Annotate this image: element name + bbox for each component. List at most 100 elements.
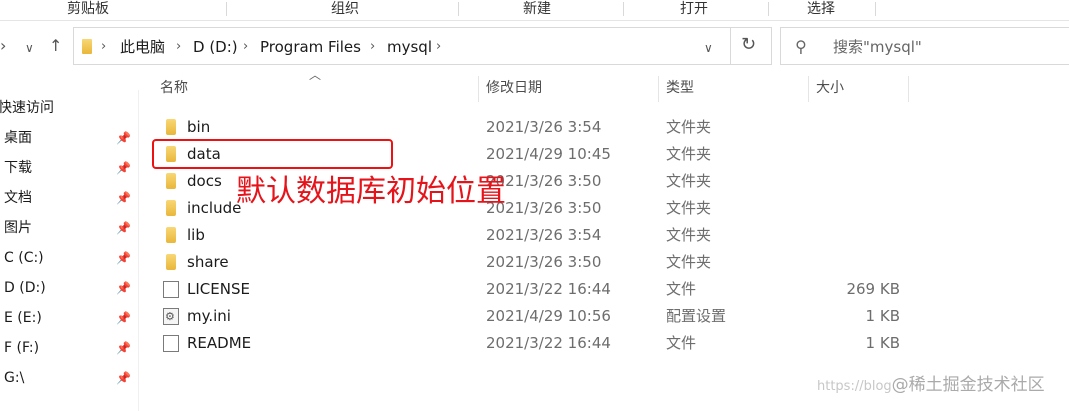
breadcrumb-this-pc[interactable]: 此电脑 (120, 38, 165, 56)
file-type: 文件夹 (666, 145, 712, 163)
pin-icon: 📌 (116, 311, 131, 325)
file-date: 2021/4/29 10:45 (486, 145, 611, 163)
pin-icon: 📌 (116, 281, 131, 295)
nav-item-pictures[interactable]: 图片 📌 (0, 213, 138, 243)
watermark-text: @稀土掘金技术社区 (891, 375, 1045, 395)
nav-item-drive-g[interactable]: G:\ 📌 (0, 363, 138, 393)
file-name: my.ini (187, 307, 231, 325)
watermark-url: https://blog (817, 379, 892, 394)
ribbon-group-labels: 剪贴板 组织 新建 打开 选择 (0, 0, 1069, 21)
search-placeholder: 搜索"mysql" (833, 38, 922, 56)
nav-item-desktop[interactable]: 桌面 📌 (0, 123, 138, 153)
forward-arrow-icon[interactable]: › (0, 36, 6, 56)
ribbon-group-clipboard: 剪贴板 (67, 1, 109, 17)
file-row[interactable]: ⚙ my.ini 2021/4/29 10:56 配置设置 1 KB (150, 303, 910, 330)
file-row[interactable]: share 2021/3/26 3:50 文件夹 (150, 249, 910, 276)
file-name: bin (187, 118, 211, 136)
file-row[interactable]: LICENSE 2021/3/22 16:44 文件 269 KB (150, 276, 910, 303)
highlight-box (152, 139, 393, 169)
file-row[interactable]: lib 2021/3/26 3:54 文件夹 (150, 222, 910, 249)
sort-ascending-icon: ︿ (309, 68, 322, 82)
column-header-name[interactable]: 名称 (160, 70, 188, 106)
breadcrumb-chevron-icon[interactable]: › (370, 38, 375, 56)
pin-icon: 📌 (116, 371, 131, 385)
breadcrumb-drive-d[interactable]: D (D:) (193, 38, 238, 56)
file-date: 2021/3/22 16:44 (486, 334, 611, 352)
nav-item-quick-access[interactable]: 快速访问 (0, 93, 138, 123)
breadcrumb-chevron-icon[interactable]: › (436, 38, 441, 56)
file-type: 配置设置 (666, 307, 727, 325)
breadcrumb-program-files[interactable]: Program Files (260, 38, 361, 56)
refresh-button[interactable]: ↻ (730, 27, 772, 65)
ribbon-divider (458, 2, 459, 16)
column-divider[interactable] (808, 76, 809, 102)
breadcrumb-chevron-icon[interactable]: › (176, 38, 181, 56)
file-name: include (187, 199, 242, 217)
pin-icon: 📌 (116, 191, 131, 205)
ribbon-group-select: 选择 (807, 1, 835, 17)
file-type: 文件夹 (666, 199, 712, 217)
folder-icon (166, 227, 176, 243)
nav-item-label: 文档 (4, 190, 32, 206)
nav-item-label: 快速访问 (0, 100, 54, 116)
column-divider[interactable] (658, 76, 659, 102)
nav-item-label: D (D:) (4, 280, 46, 296)
search-box[interactable]: ⚲ 搜索"mysql" (780, 27, 1069, 65)
nav-item-label: 桌面 (4, 130, 32, 146)
file-name: share (187, 253, 229, 271)
file-type: 文件夹 (666, 118, 712, 136)
nav-item-label: 下载 (4, 160, 32, 176)
file-type: 文件 (666, 280, 697, 298)
navigation-bar: › ∨ ↑ › 此电脑 › D (D:) › Program Files › m… (0, 26, 1069, 68)
file-size: 269 KB (846, 280, 900, 298)
breadcrumb-chevron-icon: › (101, 39, 107, 54)
nav-item-drive-c[interactable]: C (C:) 📌 (0, 243, 138, 273)
gear-icon: ⚙ (165, 310, 175, 323)
file-size: 1 KB (865, 307, 900, 325)
ribbon-divider (226, 2, 227, 16)
file-row[interactable]: README 2021/3/22 16:44 文件 1 KB (150, 330, 910, 357)
column-header-type[interactable]: 类型 (666, 70, 694, 106)
file-name: lib (187, 226, 205, 244)
nav-item-label: 图片 (4, 220, 32, 236)
ribbon-group-organize: 组织 (331, 1, 359, 17)
nav-item-documents[interactable]: 文档 📌 (0, 183, 138, 213)
up-arrow-icon[interactable]: ↑ (49, 36, 62, 56)
annotation-text: 默认数据库初始位置 (236, 174, 506, 209)
address-bar[interactable]: › 此电脑 › D (D:) › Program Files › mysql ›… (73, 27, 772, 65)
nav-item-label: C (C:) (4, 250, 44, 266)
ribbon-divider (623, 2, 624, 16)
column-divider[interactable] (908, 76, 909, 102)
file-row[interactable]: bin 2021/3/26 3:54 文件夹 (150, 114, 910, 141)
ribbon-group-new: 新建 (523, 1, 551, 17)
watermark: https://blog@稀土掘金技术社区 (817, 373, 1045, 399)
file-type: 文件 (666, 334, 697, 352)
nav-item-downloads[interactable]: 下载 📌 (0, 153, 138, 183)
breadcrumb-mysql[interactable]: mysql (387, 38, 432, 56)
file-icon (163, 335, 179, 352)
nav-item-label: G:\ (4, 370, 25, 386)
nav-item-drive-f[interactable]: F (F:) 📌 (0, 333, 138, 363)
file-date: 2021/4/29 10:56 (486, 307, 611, 325)
folder-icon (166, 254, 176, 270)
folder-icon (82, 39, 92, 54)
nav-item-drive-e[interactable]: E (E:) 📌 (0, 303, 138, 333)
file-size: 1 KB (865, 334, 900, 352)
pin-icon: 📌 (116, 251, 131, 265)
address-history-dropdown-icon[interactable]: ∨ (704, 39, 713, 57)
refresh-icon: ↻ (741, 34, 757, 55)
column-header-date[interactable]: 修改日期 (486, 70, 542, 106)
nav-item-drive-d[interactable]: D (D:) 📌 (0, 273, 138, 303)
file-date: 2021/3/22 16:44 (486, 280, 611, 298)
breadcrumb-chevron-icon[interactable]: › (243, 38, 248, 56)
file-name: LICENSE (187, 280, 250, 298)
column-header-size[interactable]: 大小 (816, 70, 844, 106)
folder-icon (166, 200, 176, 216)
nav-item-label: F (F:) (4, 340, 40, 356)
ribbon-divider (768, 2, 769, 16)
column-divider[interactable] (478, 76, 479, 102)
file-type: 文件夹 (666, 172, 712, 190)
pin-icon: 📌 (116, 161, 131, 175)
search-icon: ⚲ (795, 37, 807, 56)
recent-locations-chevron-icon[interactable]: ∨ (25, 38, 34, 58)
